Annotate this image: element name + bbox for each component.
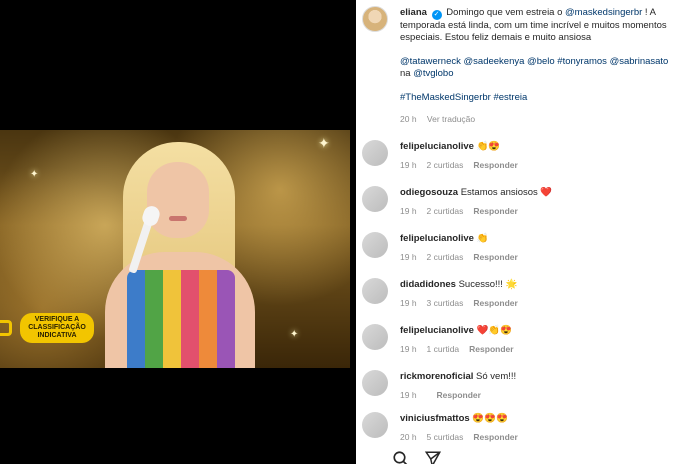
comment-time: 19 h (400, 252, 417, 262)
tags-line: @tatawerneck @sadeekenya @belo #tonyramo… (400, 56, 692, 80)
sparkle-icon: ✦ (290, 329, 299, 340)
avatar[interactable] (362, 324, 388, 350)
list-item: felipelucianolive 👏😍 19 h 2 curtidas Respo… (356, 136, 696, 182)
reply-button[interactable]: Responder (473, 206, 517, 216)
list-item: viniciusfmattos 😍😍😍 20 h 5 curtidas Respon… (356, 408, 696, 454)
avatar[interactable] (362, 370, 388, 396)
presenter-figure (95, 142, 265, 368)
comment-time: 19 h (400, 206, 417, 216)
translate-button[interactable]: Ver tradução (427, 114, 475, 124)
post-time: 20 h (400, 114, 417, 124)
mention-link[interactable]: @tatawerneck (400, 56, 461, 67)
comment-username[interactable]: viniciusfmattos (400, 413, 470, 424)
hashtag-link[interactable]: #TheMaskedSingerbr (400, 92, 491, 103)
post-sidebar: eliana ✓ Domingo que vem estreia o @mask… (356, 0, 696, 464)
comment-username[interactable]: felipelucianolive (400, 141, 474, 152)
video-frame[interactable]: ✦ ✦ ✦ VERIFIQUE A CLASSIFICAÇÃO INDICATI… (0, 130, 350, 368)
comment-username[interactable]: felipelucianolive (400, 325, 474, 336)
comment-username[interactable]: rickmorenoficial (400, 371, 473, 382)
sparkle-icon: ✦ (30, 169, 39, 180)
avatar[interactable] (362, 412, 388, 438)
post-media[interactable]: ✦ ✦ ✦ VERIFIQUE A CLASSIFICAÇÃO INDICATI… (0, 0, 356, 464)
caption-text: Domingo que vem estreia o (446, 7, 563, 18)
sparkle-icon: ✦ (318, 135, 330, 151)
rating-text: VERIFIQUE A CLASSIFICAÇÃO INDICATIVA (20, 313, 94, 343)
comment-text: Sucesso!!! 🌟 (458, 279, 518, 290)
reply-button[interactable]: Responder (473, 252, 517, 262)
search-icon[interactable] (392, 450, 410, 464)
comment-likes[interactable]: 5 curtidas (427, 432, 464, 442)
mention-link[interactable]: @tvglobo (413, 68, 453, 79)
verified-icon: ✓ (431, 10, 442, 20)
comment-text: Só vem!!! (476, 371, 517, 382)
avatar[interactable] (362, 140, 388, 166)
mention-link[interactable]: @maskedsingerbr (565, 7, 642, 18)
comment-time: 20 h (400, 432, 417, 442)
comment-text: 😍😍😍 (472, 413, 508, 424)
comment-time: 19 h (400, 390, 417, 400)
comment-likes[interactable]: 2 curtidas (427, 206, 464, 216)
avatar[interactable] (362, 278, 388, 304)
comment-time: 19 h (400, 344, 417, 354)
avatar[interactable] (362, 186, 388, 212)
comment-likes[interactable]: 2 curtidas (427, 252, 464, 262)
post-caption: eliana ✓ Domingo que vem estreia o @mask… (400, 7, 692, 125)
caption-text: na (400, 68, 411, 79)
instagram-post-view: ✦ ✦ ✦ VERIFIQUE A CLASSIFICAÇÃO INDICATI… (0, 0, 696, 464)
reply-button[interactable]: Responder (437, 390, 481, 400)
list-item: didadidones Sucesso!!! 🌟 19 h 3 curtidas R… (356, 274, 696, 320)
mention-link[interactable]: @sadeekenya (464, 56, 525, 67)
comment-text: 👏 (476, 233, 489, 244)
share-icon[interactable] (424, 450, 442, 464)
reply-button[interactable]: Responder (469, 344, 513, 354)
list-item: felipelucianolive ❤️👏😍 19 h 1 curtida Resp… (356, 320, 696, 366)
comment-username[interactable]: odiegosouza (400, 187, 458, 198)
hashtags-line: #TheMaskedSingerbr #estreia (400, 92, 692, 104)
hashtag-link[interactable]: #tonyramos (557, 56, 607, 67)
list-item: rickmorenoficial Só vem!!! 19 h Responder (356, 366, 696, 412)
mention-link[interactable]: @sabrinasato (610, 56, 669, 67)
comment-likes[interactable]: 1 curtida (427, 344, 460, 354)
comment-text: Estamos ansiosos ❤️ (460, 187, 553, 198)
list-item: felipelucianolive 👏 19 h 2 curtidas Respon… (356, 228, 696, 274)
comment-likes[interactable]: 3 curtidas (427, 298, 464, 308)
comment-time: 19 h (400, 298, 417, 308)
reply-button[interactable]: Responder (473, 432, 517, 442)
hashtag-link[interactable]: #estreia (493, 92, 527, 103)
comment-text: 👏😍 (476, 141, 501, 152)
post-actions (392, 450, 442, 464)
comment-text: ❤️👏😍 (476, 325, 513, 336)
globo-logo-icon (0, 320, 12, 336)
post-meta: 20 h Ver tradução (400, 113, 692, 125)
reply-button[interactable]: Responder (473, 298, 517, 308)
list-item: odiegosouza Estamos ansiosos ❤️ 19 h 2 cu… (356, 182, 696, 228)
post-username[interactable]: eliana (400, 7, 427, 18)
rating-badge: VERIFIQUE A CLASSIFICAÇÃO INDICATIVA (0, 313, 94, 343)
mention-link[interactable]: @belo (527, 56, 555, 67)
comment-likes[interactable]: 2 curtidas (427, 160, 464, 170)
avatar[interactable] (362, 232, 388, 258)
comment-username[interactable]: didadidones (400, 279, 456, 290)
comment-time: 19 h (400, 160, 417, 170)
avatar[interactable] (362, 6, 388, 32)
reply-button[interactable]: Responder (473, 160, 517, 170)
comment-username[interactable]: felipelucianolive (400, 233, 474, 244)
